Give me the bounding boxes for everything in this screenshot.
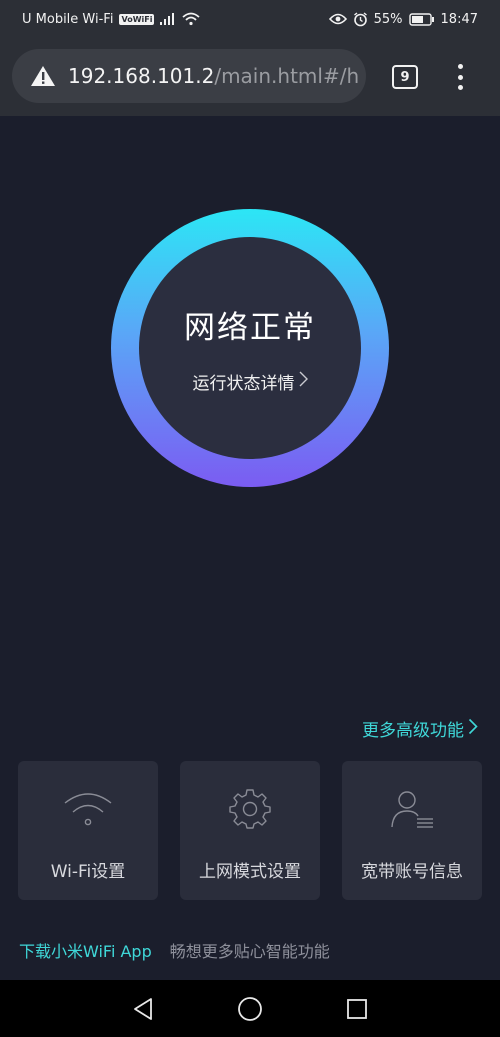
status-details-link[interactable]: 运行状态详情 (193, 369, 308, 394)
download-app-link[interactable]: 下载小米WiFi App (19, 938, 152, 962)
status-left: U Mobile Wi-Fi VoWiFi (22, 11, 201, 27)
menu-dot-icon (457, 64, 463, 69)
recent-apps-icon[interactable] (337, 989, 377, 1029)
app-promo: 下载小米WiFi App 畅想更多贴心智能功能 (19, 938, 330, 962)
broadband-account-label: 宽带账号信息 (361, 862, 463, 882)
settings-cards: Wi-Fi设置 上网模式设置 宽带账号信息 (18, 761, 482, 900)
url-path: /main.html#/h (214, 64, 360, 88)
app-promo-text: 畅想更多贴心智能功能 (169, 942, 330, 961)
clock: 18:47 (440, 11, 478, 27)
menu-dot-icon (457, 85, 463, 90)
alarm-icon (353, 11, 368, 27)
browser-menu-button[interactable] (450, 64, 470, 90)
battery-percent: 55% (373, 11, 403, 27)
more-advanced-features-label: 更多高级功能 (362, 721, 464, 741)
browser-toolbar: 192.168.101.2 /main.html#/h 9 (0, 38, 500, 116)
user-account-icon (389, 787, 435, 831)
signal-icon (160, 13, 176, 25)
chevron-right-icon (468, 718, 478, 740)
chevron-right-icon (299, 371, 308, 392)
wifi-settings-label: Wi-Fi设置 (50, 862, 126, 882)
carrier-name: U Mobile Wi-Fi (22, 11, 114, 27)
system-navigation-bar (0, 980, 500, 1037)
wifi-status-icon (182, 12, 201, 26)
internet-mode-settings-card[interactable]: 上网模式设置 (180, 761, 320, 900)
more-advanced-features-link[interactable]: 更多高级功能 (362, 716, 478, 741)
address-bar[interactable]: 192.168.101.2 /main.html#/h (12, 49, 366, 103)
url-host: 192.168.101.2 (68, 64, 215, 88)
home-icon[interactable] (230, 989, 270, 1029)
tab-switcher-button[interactable]: 9 (392, 65, 418, 89)
wifi-settings-card[interactable]: Wi-Fi设置 (18, 761, 158, 900)
network-status-panel: 网络正常 运行状态详情 (139, 237, 361, 459)
not-secure-warning-icon[interactable] (30, 65, 56, 87)
battery-icon (408, 12, 435, 26)
router-dashboard: 网络正常 运行状态详情 更多高级功能 Wi-Fi设置 上网模式设置 宽带账号信息… (0, 116, 500, 980)
network-status-ring: 网络正常 运行状态详情 (111, 209, 389, 487)
vowifi-badge: VoWiFi (119, 13, 155, 25)
gear-icon (228, 787, 272, 831)
broadband-account-card[interactable]: 宽带账号信息 (342, 761, 482, 900)
back-icon[interactable] (123, 989, 163, 1029)
menu-dot-icon (457, 74, 463, 80)
eye-icon (328, 13, 347, 25)
internet-mode-settings-label: 上网模式设置 (199, 862, 301, 882)
status-right: 55% 18:47 (328, 11, 478, 27)
wifi-icon (63, 787, 113, 831)
status-details-label: 运行状态详情 (192, 374, 295, 394)
network-status-title: 网络正常 (184, 310, 316, 346)
status-bar: U Mobile Wi-Fi VoWiFi 55% 18:47 (0, 0, 500, 38)
